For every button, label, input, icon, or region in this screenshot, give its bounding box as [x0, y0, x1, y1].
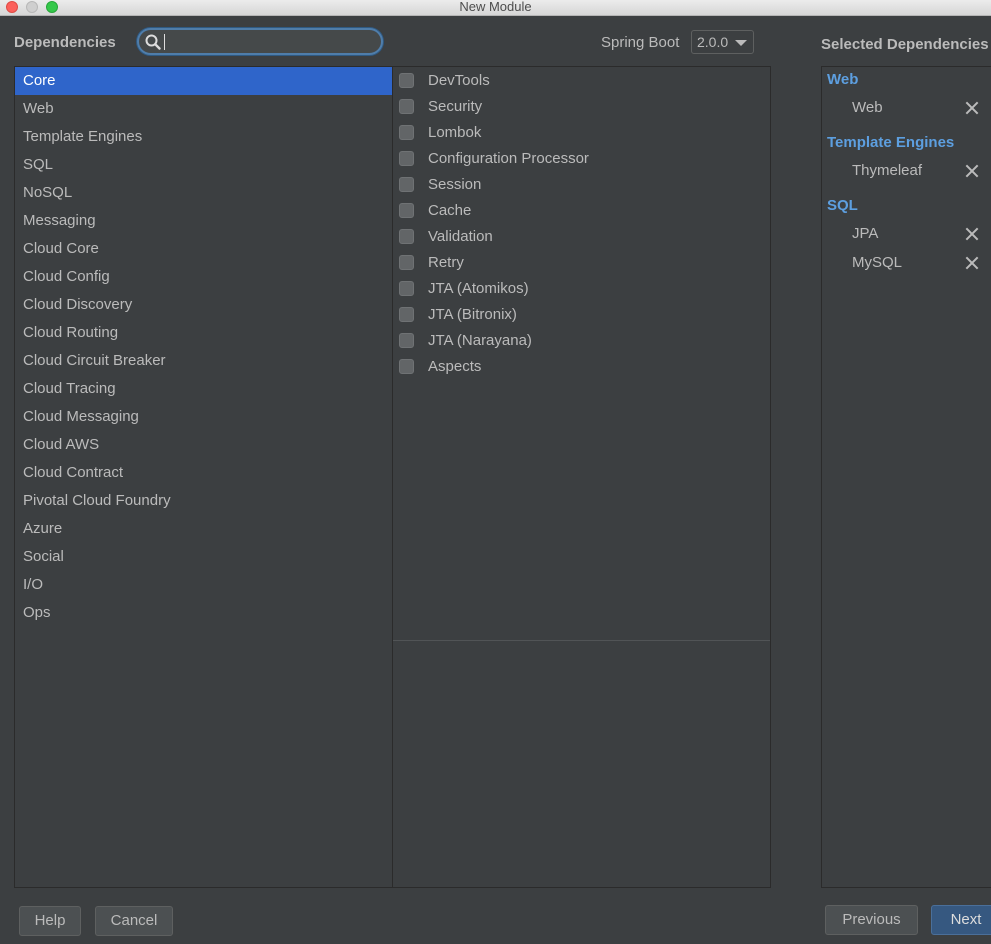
dependency-checkbox[interactable] [399, 72, 414, 88]
category-item[interactable]: Cloud Discovery [15, 291, 392, 319]
dependency-checkbox[interactable] [399, 150, 414, 166]
search-input[interactable] [137, 28, 383, 55]
dependency-label: JTA (Narayana) [428, 331, 532, 349]
category-item[interactable]: Core [15, 67, 392, 95]
dependency-checkbox[interactable] [399, 306, 414, 322]
category-item[interactable]: Pivotal Cloud Foundry [15, 487, 392, 515]
category-item[interactable]: I/O [15, 571, 392, 599]
selected-dependencies-panel: Web Web Template Engines Thymeleaf SQL JPA MyS… [821, 66, 991, 888]
dependency-label: DevTools [428, 71, 490, 89]
dependency-label: Validation [428, 227, 493, 245]
dependencies-label: Dependencies [14, 34, 116, 51]
selected-group: Template Engines Thymeleaf [822, 130, 991, 193]
dependency-item[interactable]: Lombok [393, 119, 770, 145]
dependency-label: JTA (Atomikos) [428, 279, 529, 297]
dependency-checkbox[interactable] [399, 332, 414, 348]
category-item[interactable]: Cloud Messaging [15, 403, 392, 431]
help-button[interactable]: Help [19, 906, 81, 936]
category-item[interactable]: Cloud Core [15, 235, 392, 263]
dependency-item[interactable]: JTA (Atomikos) [393, 275, 770, 301]
selected-group-title: SQL [827, 197, 858, 214]
selected-dependencies-label: Selected Dependencies [821, 36, 989, 53]
category-item[interactable]: Social [15, 543, 392, 571]
dependency-list: DevTools Security Lombok Configuration Proc… [393, 67, 770, 379]
category-item[interactable]: Cloud Contract [15, 459, 392, 487]
selected-group-title: Web [827, 71, 859, 88]
remove-icon[interactable] [965, 101, 979, 115]
category-item[interactable]: Cloud Tracing [15, 375, 392, 403]
remove-icon[interactable] [965, 256, 979, 270]
dependency-item[interactable]: Security [393, 93, 770, 119]
category-item[interactable]: Ops [15, 599, 392, 627]
dependency-item[interactable]: Session [393, 171, 770, 197]
dependency-checkbox[interactable] [399, 358, 414, 374]
description-divider [393, 640, 770, 641]
dependency-label: Security [428, 97, 483, 115]
previous-button[interactable]: Previous [825, 905, 918, 935]
dependency-checkbox[interactable] [399, 228, 414, 244]
spring-boot-version-select[interactable]: 2.0.0 [691, 30, 754, 54]
dependency-item[interactable]: Cache [393, 197, 770, 223]
selected-dependency-item: MySQL [827, 248, 991, 277]
remove-icon[interactable] [965, 164, 979, 178]
remove-icon[interactable] [965, 227, 979, 241]
window-title: New Module [459, 0, 532, 14]
dependency-list-panel: DevTools Security Lombok Configuration Proc… [392, 66, 771, 888]
spring-boot-version-value: 2.0.0 [697, 34, 729, 50]
dependency-checkbox[interactable] [399, 202, 414, 218]
selected-dependency-item: JPA [827, 219, 991, 248]
dependency-item[interactable]: JTA (Bitronix) [393, 301, 770, 327]
category-list: Core Web Template Engines SQL NoSQL Messaging… [15, 67, 392, 627]
dependency-item[interactable]: Aspects [393, 353, 770, 379]
selected-dependency-item: Thymeleaf [827, 156, 991, 185]
selected-dependencies-list: Web Web Template Engines Thymeleaf SQL JPA MyS… [822, 67, 991, 285]
category-item[interactable]: Messaging [15, 207, 392, 235]
selected-dependency-label: Thymeleaf [852, 162, 923, 179]
dependency-checkbox[interactable] [399, 254, 414, 270]
selected-dependency-label: JPA [852, 225, 879, 242]
category-item[interactable]: Web [15, 95, 392, 123]
spring-boot-label: Spring Boot [601, 34, 680, 51]
dependency-label: Lombok [428, 123, 482, 141]
dependency-label: Aspects [428, 357, 482, 375]
dependency-label: Session [428, 175, 482, 193]
cancel-button[interactable]: Cancel [95, 906, 173, 936]
category-list-panel: Core Web Template Engines SQL NoSQL Messaging… [14, 66, 393, 888]
dependency-label: Cache [428, 201, 472, 219]
dependency-checkbox[interactable] [399, 176, 414, 192]
search-icon [145, 34, 161, 50]
category-item[interactable]: Azure [15, 515, 392, 543]
dependency-label: Configuration Processor [428, 149, 589, 167]
selected-group: SQL JPA MySQL [822, 193, 991, 285]
dependency-item[interactable]: Configuration Processor [393, 145, 770, 171]
category-item[interactable]: SQL [15, 151, 392, 179]
dependency-checkbox[interactable] [399, 124, 414, 140]
selected-group-title: Template Engines [827, 134, 955, 151]
selected-dependency-label: MySQL [852, 254, 903, 271]
dependency-checkbox[interactable] [399, 280, 414, 296]
category-item[interactable]: NoSQL [15, 179, 392, 207]
selected-dependency-item: Web [827, 93, 991, 122]
selected-dependency-label: Web [852, 99, 883, 116]
dependency-item[interactable]: Retry [393, 249, 770, 275]
dependency-checkbox[interactable] [399, 98, 414, 114]
dependency-label: JTA (Bitronix) [428, 305, 517, 323]
text-cursor [164, 34, 165, 50]
selected-group: Web Web [822, 67, 991, 130]
category-item[interactable]: Cloud Config [15, 263, 392, 291]
next-button[interactable]: Next [931, 905, 991, 935]
category-item[interactable]: Cloud AWS [15, 431, 392, 459]
dependency-item[interactable]: JTA (Narayana) [393, 327, 770, 353]
category-item[interactable]: Cloud Routing [15, 319, 392, 347]
category-item[interactable]: Template Engines [15, 123, 392, 151]
dependency-item[interactable]: DevTools [393, 67, 770, 93]
dependency-label: Retry [428, 253, 464, 271]
title-bar: New Module [0, 0, 991, 16]
chevron-down-icon [735, 40, 747, 46]
dependency-item[interactable]: Validation [393, 223, 770, 249]
category-item[interactable]: Cloud Circuit Breaker [15, 347, 392, 375]
